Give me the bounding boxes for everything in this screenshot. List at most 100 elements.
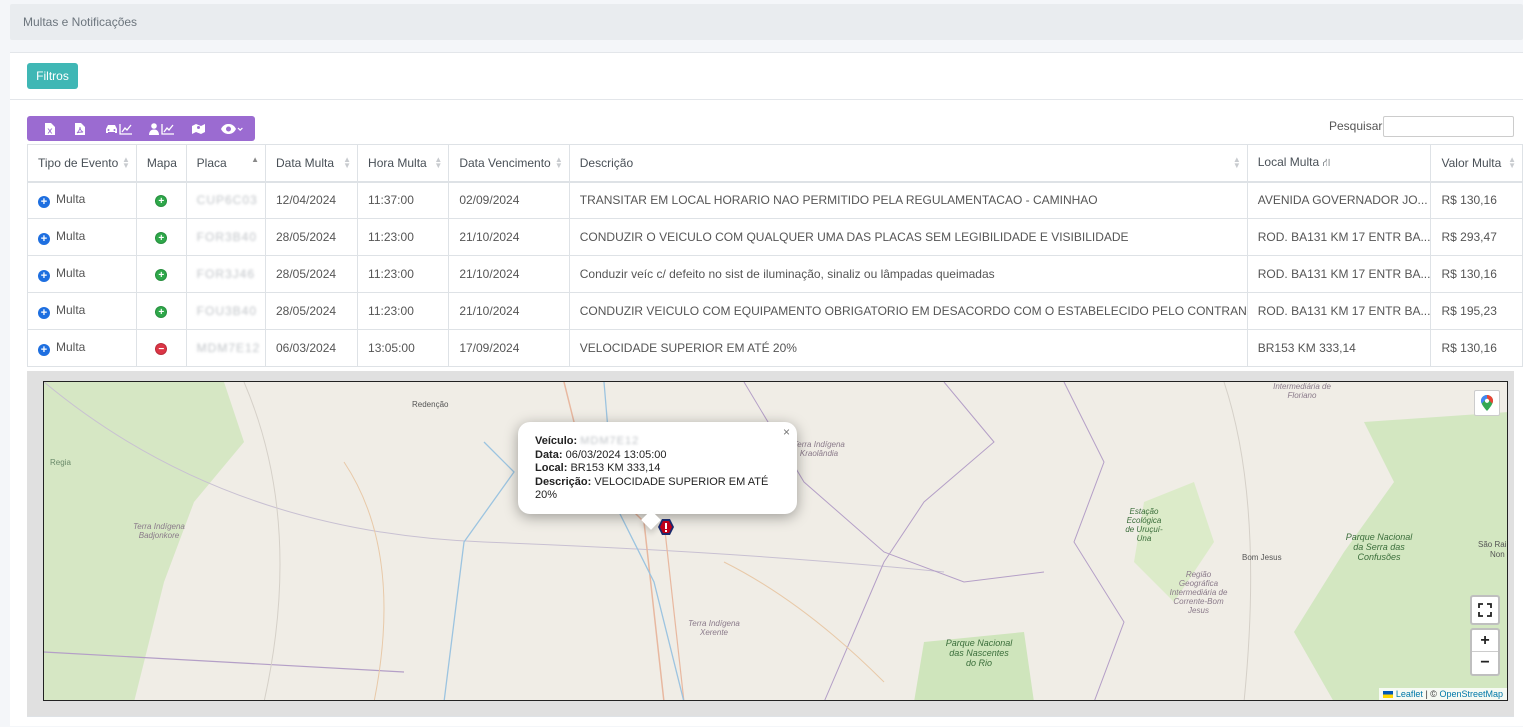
cell-tipo: + Multa xyxy=(27,255,137,293)
map-label: Intermediária de Floriano xyxy=(1273,382,1331,400)
popup-vehicle: MDM7E12 xyxy=(580,435,640,447)
cell-valor: R$ 195,23 xyxy=(1430,292,1523,330)
map-label: São Rai xyxy=(1478,540,1507,549)
cell-descricao: VELOCIDADE SUPERIOR EM ATÉ 20% xyxy=(568,329,1248,367)
visibility-icon[interactable] xyxy=(214,116,250,141)
cell-valor: R$ 130,16 xyxy=(1430,181,1523,219)
export-toolbar xyxy=(27,116,255,141)
sort-icon: ▲ ▼ xyxy=(1232,155,1241,170)
cell-local: BR153 KM 333,14 xyxy=(1246,329,1432,367)
map-view[interactable]: Redenção Intermediária de Floriano Terra… xyxy=(43,381,1508,701)
pdf-icon[interactable] xyxy=(64,116,96,141)
col-data-vencimento[interactable]: Data Vencimento ▲ ▼ xyxy=(448,144,570,183)
table-row[interactable]: + Multa + CUP6C03 12/04/2024 11:37:00 02/09/20… xyxy=(27,181,1523,219)
sort-icon: ▲ ▼ xyxy=(343,155,352,170)
map-label: Terra Indígena Badjonkore xyxy=(133,522,185,540)
popup-date: 06/03/2024 13:05:00 xyxy=(565,448,667,461)
table-row[interactable]: + Multa − MDM7E12 06/03/2024 13:05:00 17/09/20… xyxy=(27,329,1523,367)
map-icon[interactable] xyxy=(182,116,214,141)
map-label: Parque Nacional das Nascentes do Rio xyxy=(945,638,1013,668)
popup-close-icon[interactable]: × xyxy=(783,425,790,440)
show-on-map-icon[interactable]: + xyxy=(155,306,168,318)
filters-button[interactable]: Filtros xyxy=(27,63,78,89)
table-row[interactable]: + Multa + FOR3J46 28/05/2024 11:23:00 21/10/20… xyxy=(27,255,1523,293)
sort-icon: ▲ ▼ xyxy=(434,155,443,170)
zoom-in-button[interactable]: + xyxy=(1472,630,1498,652)
sort-icon: ▲ ▼ xyxy=(121,155,130,170)
col-placa[interactable]: Placa ▲ xyxy=(185,144,267,183)
cell-hora: 11:37:00 xyxy=(357,181,450,219)
sort-icon: ▲ ▼ xyxy=(554,155,563,170)
cell-mapa: + xyxy=(135,181,187,219)
fullscreen-icon[interactable] xyxy=(1472,597,1498,623)
leaflet-link[interactable]: Leaflet xyxy=(1396,689,1423,699)
expand-row-icon[interactable]: + xyxy=(38,307,50,319)
show-on-map-icon[interactable]: + xyxy=(155,269,168,281)
vehicle-chart-icon[interactable] xyxy=(96,116,141,141)
map-label: Estação Ecológica de Uruçuí-Una xyxy=(1125,507,1163,543)
cell-placa: CUP6C03 xyxy=(185,181,267,219)
map-label: Non xyxy=(1490,550,1505,559)
map-label: Bom Jesus xyxy=(1242,553,1282,562)
cell-tipo: + Multa xyxy=(27,218,137,256)
hide-from-map-icon[interactable]: − xyxy=(155,343,168,355)
cell-descricao: Conduzir veíc c/ defeito no sist de ilum… xyxy=(568,255,1248,293)
show-on-map-icon[interactable]: + xyxy=(155,232,168,244)
cell-placa: FOR3B40 xyxy=(185,218,267,256)
divider xyxy=(10,99,1523,100)
fines-table: Tipo de Evento ▲ ▼ Mapa Placa ▲ Data Multa ▲… xyxy=(27,144,1523,367)
cell-mapa: + xyxy=(135,292,187,330)
col-tipo-evento[interactable]: Tipo de Evento ▲ ▼ xyxy=(27,144,137,183)
cell-vencimento: 21/10/2024 xyxy=(448,218,570,256)
cell-mapa: + xyxy=(135,218,187,256)
expand-row-icon[interactable]: + xyxy=(38,344,50,356)
zoom-out-button[interactable]: − xyxy=(1472,652,1498,674)
table-row xyxy=(27,716,1514,727)
cell-hora: 13:05:00 xyxy=(357,329,450,367)
col-valor-multa[interactable]: Valor Multa ▲ ▼ xyxy=(1430,144,1523,183)
map-attribution: Leaflet | © OpenStreetMap xyxy=(1379,688,1507,700)
cell-data: 28/05/2024 xyxy=(264,218,359,256)
cell-placa: FOU3B40 xyxy=(185,292,267,330)
osm-link[interactable]: OpenStreetMap xyxy=(1439,689,1503,699)
search-input[interactable] xyxy=(1383,116,1514,137)
ukraine-flag-icon xyxy=(1383,691,1394,698)
col-local-multa[interactable]: Local Multa ⛙ xyxy=(1246,144,1432,183)
cell-hora: 11:23:00 xyxy=(357,292,450,330)
map-label: Terra Indígena Xerente xyxy=(688,619,740,637)
col-descricao[interactable]: Descrição ▲ ▼ xyxy=(568,144,1248,183)
show-on-map-icon[interactable]: + xyxy=(155,195,168,208)
cell-local: AVENIDA GOVERNADOR JO... xyxy=(1246,181,1432,219)
cell-vencimento: 17/09/2024 xyxy=(448,329,570,367)
expand-row-icon[interactable]: + xyxy=(38,270,50,282)
col-data-multa[interactable]: Data Multa ▲ ▼ xyxy=(264,144,359,183)
cell-local: ROD. BA131 KM 17 ENTR BA... xyxy=(1246,255,1432,293)
cell-valor: R$ 130,16 xyxy=(1430,329,1523,367)
table-row[interactable]: + Multa + FOU3B40 28/05/2024 11:23:00 21/10/20… xyxy=(27,292,1523,330)
fullscreen-control xyxy=(1470,595,1500,625)
cell-local: ROD. BA131 KM 17 ENTR BA... xyxy=(1246,292,1432,330)
cell-data: 28/05/2024 xyxy=(264,292,359,330)
cell-data: 28/05/2024 xyxy=(264,255,359,293)
excel-icon[interactable] xyxy=(35,116,64,141)
map-label: Região Geográfica Intermediária de Corre… xyxy=(1169,570,1228,615)
google-maps-icon[interactable] xyxy=(1474,390,1500,416)
table-header-row: Tipo de Evento ▲ ▼ Mapa Placa ▲ Data Multa ▲… xyxy=(27,144,1523,183)
cell-descricao: TRANSITAR EM LOCAL HORARIO NAO PERMITIDO… xyxy=(568,181,1248,219)
cell-valor: R$ 130,16 xyxy=(1430,255,1523,293)
fine-marker-icon[interactable] xyxy=(657,518,675,541)
cell-tipo: + Multa xyxy=(27,181,137,219)
driver-chart-icon[interactable] xyxy=(141,116,182,141)
cell-placa: MDM7E12 xyxy=(185,329,267,367)
map-label: Redenção xyxy=(412,400,449,409)
table-row[interactable]: + Multa + FOR3B40 28/05/2024 11:23:00 21/10/20… xyxy=(27,218,1523,256)
cell-tipo: + Multa xyxy=(27,292,137,330)
cell-vencimento: 02/09/2024 xyxy=(448,181,570,219)
map-label: Parque Nacional da Serra das Confusões xyxy=(1345,532,1413,562)
cell-data: 06/03/2024 xyxy=(264,329,359,367)
expand-row-icon[interactable]: + xyxy=(38,196,50,209)
map-label: Regia xyxy=(50,458,71,467)
breadcrumb: Multas e Notificações xyxy=(23,15,138,29)
expand-row-icon[interactable]: + xyxy=(38,233,50,245)
col-hora-multa[interactable]: Hora Multa ▲ ▼ xyxy=(357,144,450,183)
